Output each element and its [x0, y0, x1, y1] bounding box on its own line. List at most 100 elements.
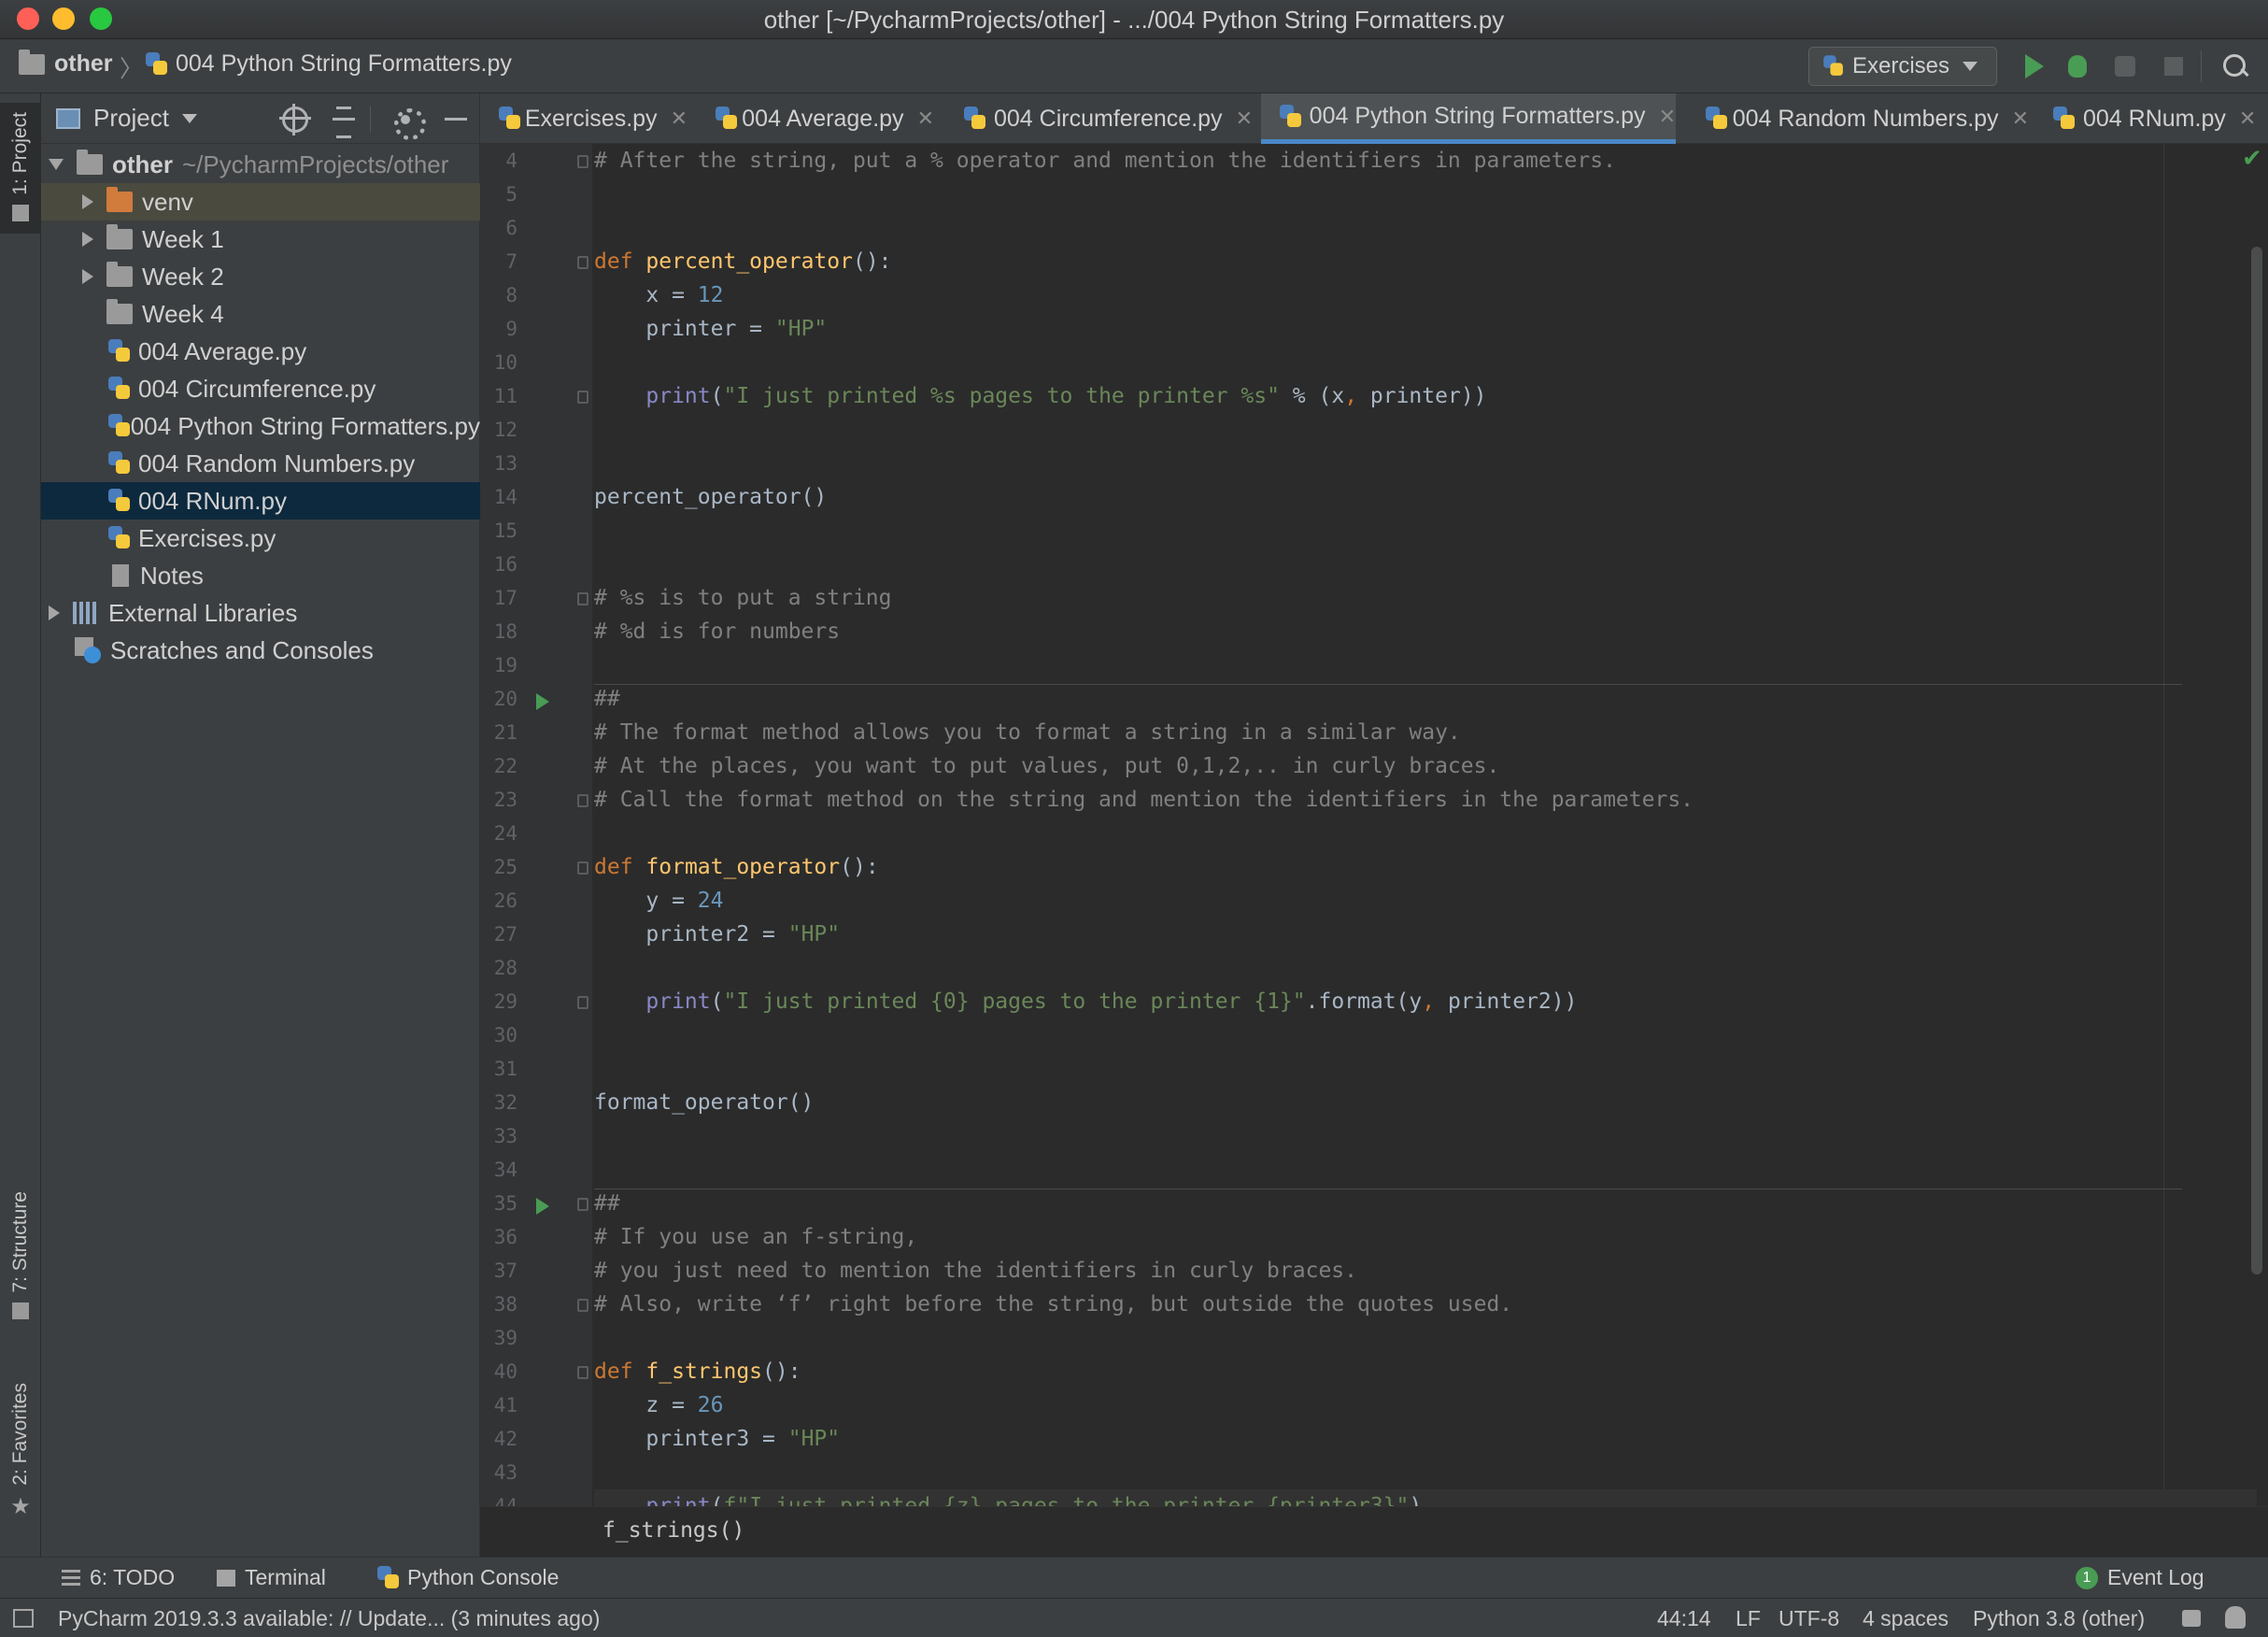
hide-panel-icon[interactable] — [443, 107, 469, 133]
lock-icon[interactable] — [2182, 1610, 2201, 1627]
tree-item-file[interactable]: 004 Python String Formatters.py — [41, 407, 480, 445]
fold-icon[interactable] — [577, 861, 588, 875]
breadcrumb-project[interactable]: other — [19, 49, 113, 78]
fold-icon[interactable] — [577, 391, 588, 404]
python-interpreter[interactable]: Python 3.8 (other) — [1973, 1606, 2145, 1631]
gear-icon[interactable] — [392, 107, 426, 140]
collapsed-arrow-icon[interactable] — [82, 269, 93, 284]
bottom-tool-window-bar: 6: TODO Terminal Python Console 1 Event … — [0, 1557, 2268, 1598]
code-line: # Also, write ‘f’ right before the strin… — [594, 1292, 1513, 1317]
code-line-current: print(f"I just printed {z} pages to the … — [594, 1489, 2257, 1506]
python-file-icon — [2053, 107, 2076, 131]
line-number: 10 — [493, 351, 517, 374]
line-number: 38 — [493, 1293, 517, 1316]
fold-icon[interactable] — [577, 1198, 588, 1211]
header-divider — [370, 107, 371, 133]
code-line: printer2 = "HP" — [594, 922, 841, 947]
caret-position[interactable]: 44:14 — [1657, 1606, 1711, 1631]
run-cell-icon[interactable] — [536, 1198, 549, 1215]
tool-tab-project[interactable]: 1: Project — [0, 103, 41, 234]
close-icon[interactable]: ✕ — [2239, 107, 2256, 131]
collapsed-arrow-icon[interactable] — [82, 194, 93, 209]
todo-tab[interactable]: 6: TODO — [62, 1565, 175, 1590]
code-line: def format_operator(): — [594, 855, 879, 879]
tab-rnum[interactable]: 004 RNum.py ✕ — [2034, 93, 2268, 144]
fold-icon[interactable] — [577, 996, 588, 1009]
fold-icon[interactable] — [577, 794, 588, 807]
fold-icon[interactable] — [577, 1299, 588, 1312]
chevron-down-icon[interactable] — [181, 113, 197, 123]
fold-icon[interactable] — [577, 256, 588, 269]
run-cell-icon[interactable] — [536, 693, 549, 710]
breadcrumb-file[interactable]: 004 Python String Formatters.py — [146, 50, 512, 78]
file-encoding[interactable]: UTF-8 — [1779, 1606, 1839, 1631]
tab-average[interactable]: 004 Average.py ✕ — [697, 93, 934, 144]
tab-random-numbers[interactable]: 004 Random Numbers.py ✕ — [1687, 93, 2029, 144]
tool-tab-favorites[interactable]: 2: Favorites ★ — [0, 1383, 41, 1542]
tree-item-external-libraries[interactable]: External Libraries — [41, 594, 480, 632]
stop-icon[interactable] — [2158, 50, 2190, 82]
tree-item-file[interactable]: 004 Random Numbers.py — [41, 445, 480, 482]
python-file-icon — [964, 107, 986, 131]
tool-tab-structure[interactable]: 7: Structure — [0, 1191, 41, 1397]
code-line: z = 26 — [594, 1393, 724, 1417]
tree-item-scratches[interactable]: Scratches and Consoles — [41, 632, 480, 669]
run-configuration-dropdown[interactable]: Exercises — [1808, 47, 1997, 86]
inspector-icon[interactable] — [2225, 1606, 2246, 1629]
code-line: def percent_operator(): — [594, 249, 892, 274]
close-icon[interactable]: ✕ — [1659, 105, 1676, 129]
tree-item-week-4[interactable]: Week 4 — [41, 295, 480, 333]
project-tool-window: Project other ~/PycharmProjects/other ve… — [41, 93, 480, 1557]
line-separator[interactable]: LF — [1736, 1606, 1761, 1631]
tree-item-file[interactable]: 004 Average.py — [41, 333, 480, 370]
close-icon[interactable]: ✕ — [2012, 107, 2029, 131]
tree-item-file[interactable]: 004 Circumference.py — [41, 370, 480, 407]
code-editor[interactable]: ✔ 4 5 6 7 8 9 10 11 12 13 14 15 16 17 18 19 20 21 22 23 24 25… — [480, 144, 2268, 1506]
fold-icon[interactable] — [577, 155, 588, 168]
indent-setting[interactable]: 4 spaces — [1863, 1606, 1949, 1631]
close-icon[interactable]: ✕ — [1236, 107, 1253, 131]
update-notification[interactable]: PyCharm 2019.3.3 available: // Update...… — [58, 1606, 600, 1631]
status-bar: PyCharm 2019.3.3 available: // Update...… — [0, 1598, 2268, 1637]
close-icon[interactable]: ✕ — [671, 107, 687, 131]
locate-file-icon[interactable] — [279, 104, 311, 135]
line-number: 17 — [493, 587, 517, 609]
collapsed-arrow-icon[interactable] — [49, 605, 60, 620]
tree-item-venv[interactable]: venv — [41, 183, 480, 221]
code-line: ## — [594, 687, 620, 711]
tree-item-notes[interactable]: Notes — [41, 557, 480, 594]
run-icon[interactable] — [2018, 50, 2049, 82]
line-number: 7 — [505, 250, 517, 273]
folder-icon — [106, 224, 133, 249]
line-number: 31 — [493, 1058, 517, 1080]
project-view-selector[interactable]: Project — [93, 104, 169, 133]
tab-exercises[interactable]: Exercises.py ✕ — [480, 93, 687, 144]
tree-item-file-selected[interactable]: 004 RNum.py — [41, 482, 480, 520]
python-file-icon — [108, 526, 131, 550]
toggle-tool-windows-icon[interactable] — [13, 1609, 34, 1628]
python-file-icon — [146, 51, 168, 77]
search-icon[interactable] — [2219, 50, 2251, 82]
event-log-tab[interactable]: 1 Event Log — [2076, 1565, 2204, 1590]
close-icon[interactable]: ✕ — [917, 107, 934, 131]
fold-icon[interactable] — [577, 1366, 588, 1379]
line-number: 28 — [493, 957, 517, 979]
collapse-all-icon[interactable] — [331, 107, 357, 138]
debug-icon[interactable] — [2062, 50, 2094, 82]
tree-item-week-2[interactable]: Week 2 — [41, 258, 480, 295]
collapsed-arrow-icon[interactable] — [82, 232, 93, 247]
python-console-tab[interactable]: Python Console — [377, 1565, 559, 1590]
tree-item-file[interactable]: Exercises.py — [41, 520, 480, 557]
tab-python-string-formatters[interactable]: 004 Python String Formatters.py ✕ — [1261, 93, 1676, 144]
breadcrumb-function[interactable]: f_strings() — [602, 1518, 744, 1543]
editor-breadcrumb-bar: f_strings() — [480, 1506, 2268, 1557]
line-number: 26 — [493, 890, 517, 912]
tree-item-week-1[interactable]: Week 1 — [41, 221, 480, 258]
tree-root-other[interactable]: other ~/PycharmProjects/other — [41, 146, 480, 183]
tab-circumference[interactable]: 004 Circumference.py ✕ — [945, 93, 1259, 144]
expanded-arrow-icon[interactable] — [49, 159, 64, 170]
run-with-coverage-icon[interactable] — [2109, 50, 2141, 82]
fold-icon[interactable] — [577, 592, 588, 605]
line-number: 27 — [493, 923, 517, 946]
terminal-tab[interactable]: Terminal — [217, 1565, 326, 1590]
